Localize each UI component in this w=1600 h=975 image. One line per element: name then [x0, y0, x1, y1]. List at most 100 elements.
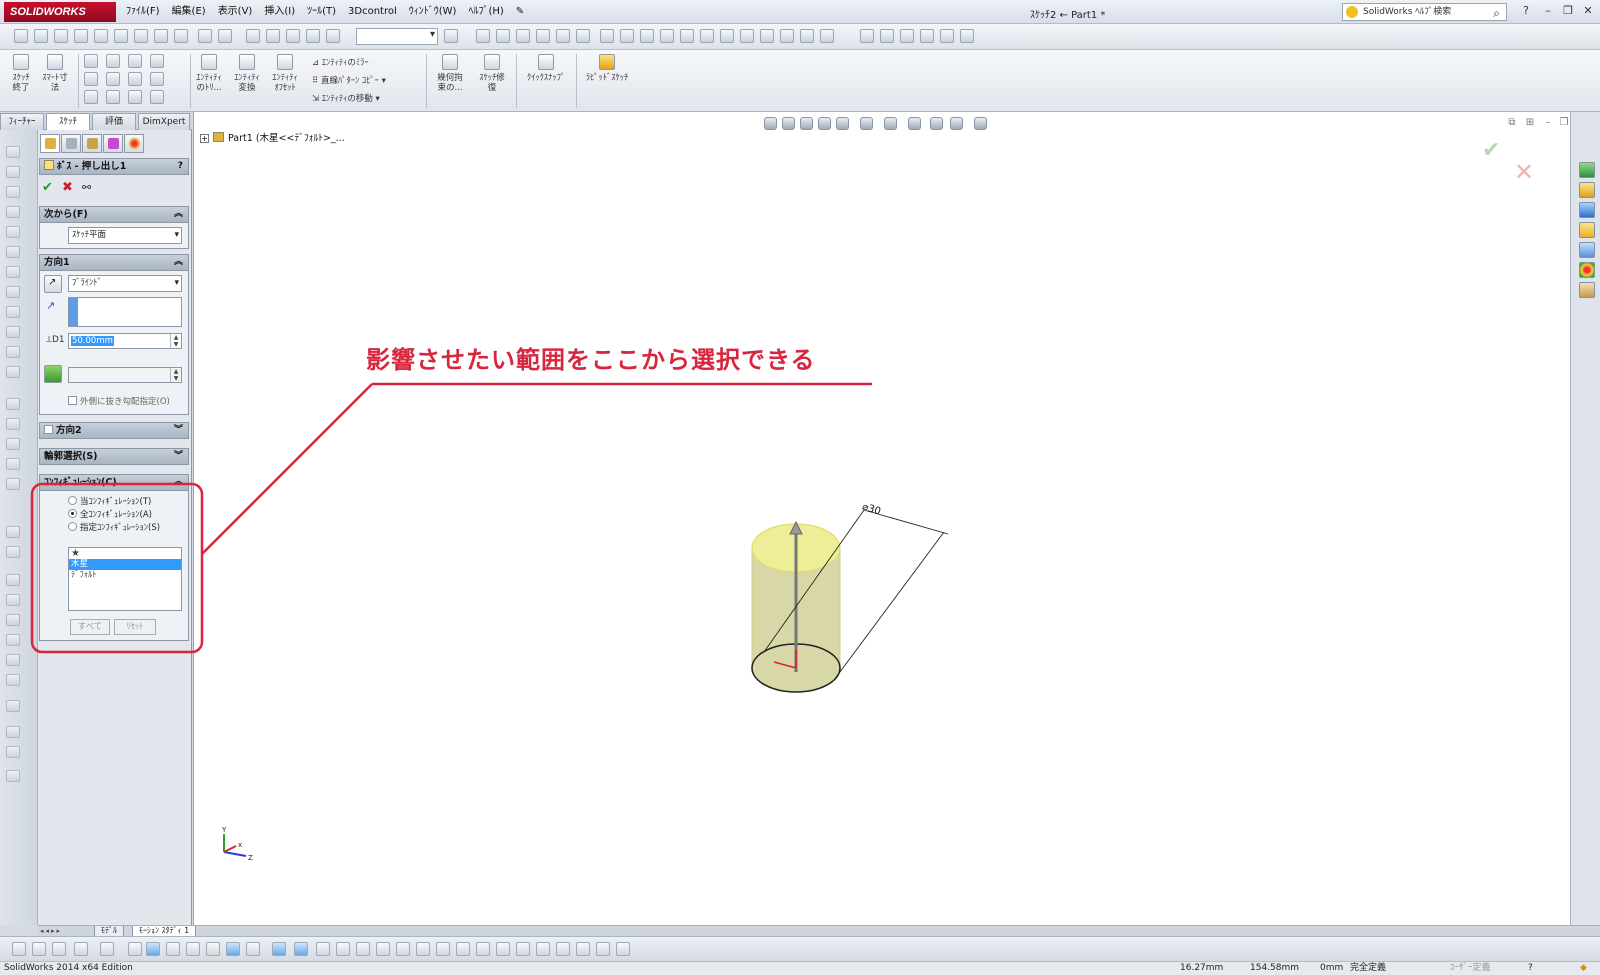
- configurations-section-header[interactable]: ｺﾝﾌｨｷﾞｭﾚｰｼｮﾝ(C) ︽: [39, 474, 189, 491]
- tab-scroll-arrows-icon[interactable]: ◂◂▸▸: [40, 927, 62, 935]
- ref-geometry-side-icon[interactable]: [6, 574, 20, 586]
- circle-icon[interactable]: [106, 54, 120, 68]
- view-orientation-icon[interactable]: [860, 117, 873, 130]
- home-icon[interactable]: [1579, 182, 1595, 198]
- macro-edit-icon[interactable]: [940, 29, 954, 43]
- arc-tool-icon[interactable]: [94, 29, 108, 43]
- minimize-button[interactable]: –: [1540, 3, 1556, 19]
- hole-icon[interactable]: [6, 266, 20, 278]
- filter-surface-finish-icon[interactable]: [436, 942, 450, 956]
- menu-view[interactable]: 表示(V): [212, 0, 259, 24]
- cancel-button[interactable]: ✖: [62, 180, 73, 195]
- restore-button[interactable]: ❐: [1560, 3, 1576, 19]
- cut-sweep-icon[interactable]: [6, 306, 20, 318]
- confirm-corner-ok-icon[interactable]: ✔: [1482, 138, 1500, 163]
- tab-dimxpert[interactable]: DimXpert: [138, 113, 190, 130]
- search-icon[interactable]: ⌕: [1493, 5, 1500, 21]
- repair-sketch-button[interactable]: ｽｹｯﾁ修 復: [474, 54, 510, 93]
- hide-show-icon[interactable]: [908, 117, 921, 130]
- start-condition-select[interactable]: ｽｹｯﾁ平面 ▾: [68, 227, 182, 244]
- record-icon[interactable]: [900, 29, 914, 43]
- slot-icon[interactable]: [84, 90, 98, 104]
- view-settings-icon[interactable]: [974, 117, 987, 130]
- filter-dowel-icon[interactable]: [536, 942, 550, 956]
- line-tool-icon[interactable]: [34, 29, 48, 43]
- fillet-tool-icon[interactable]: [134, 29, 148, 43]
- filter-origin-active-icon[interactable]: [294, 942, 308, 956]
- arc-icon[interactable]: [106, 72, 120, 86]
- dynamic-annotation-icon[interactable]: [836, 117, 849, 130]
- plane-tool-icon[interactable]: [218, 29, 232, 43]
- tab-features[interactable]: ﾌｨｰﾁｬｰ: [0, 113, 44, 130]
- sweep-icon[interactable]: [6, 186, 20, 198]
- display-style-icon[interactable]: [884, 117, 897, 130]
- pattern-side-icon[interactable]: [6, 366, 20, 378]
- filter-gtol-icon[interactable]: [416, 942, 430, 956]
- configuration-combo[interactable]: [356, 28, 438, 45]
- configuration-list[interactable]: ★ 木星 ﾃﾞﾌｫﾙﾄ: [68, 547, 182, 611]
- radio-all-configurations[interactable]: 全ｺﾝﾌｨｷﾞｭﾚｰｼｮﾝ(A): [68, 508, 152, 520]
- filter-block-icon[interactable]: [576, 942, 590, 956]
- deform-side-icon[interactable]: [6, 654, 20, 666]
- fillet-feature-icon[interactable]: [600, 29, 614, 43]
- boundary-icon[interactable]: [6, 226, 20, 238]
- filter-table-icon[interactable]: [596, 942, 610, 956]
- menu-file[interactable]: ﾌｧｲﾙ(F): [120, 0, 166, 24]
- fillet-icon[interactable]: [128, 90, 142, 104]
- ellipse-icon[interactable]: [128, 72, 142, 86]
- offset-tool-icon[interactable]: [286, 29, 300, 43]
- spline-tool-icon[interactable]: [114, 29, 128, 43]
- offset-entities-button[interactable]: ｴﾝﾃｨﾃｨ ｵﾌｾｯﾄ: [270, 54, 300, 93]
- display-manager-tab[interactable]: [124, 134, 144, 153]
- doc-restore-button[interactable]: ❐: [1558, 117, 1570, 129]
- draft-toggle-button[interactable]: [44, 365, 62, 383]
- apply-scene-icon[interactable]: [950, 117, 963, 130]
- sigma-icon[interactable]: [154, 29, 168, 43]
- intersect-side-icon[interactable]: [6, 478, 20, 490]
- pattern-feature-icon[interactable]: [760, 29, 774, 43]
- convert-entities-button[interactable]: ｴﾝﾃｨﾃｨ 変換: [232, 54, 262, 93]
- move-entities-button[interactable]: ⇲ ｴﾝﾃｨﾃｨの移動 ▾: [312, 92, 380, 104]
- sketch-tool-icon[interactable]: [14, 29, 28, 43]
- notification-icon[interactable]: ◆: [1580, 962, 1587, 975]
- menu-window[interactable]: ｳｨﾝﾄﾞｳ(W): [403, 0, 463, 24]
- filter-faces-icon[interactable]: [52, 942, 66, 956]
- preview-button[interactable]: ⚯: [82, 181, 91, 194]
- spin-arrows-icon[interactable]: ▲ ▼: [170, 368, 181, 382]
- play-icon[interactable]: [860, 29, 874, 43]
- filter-icon[interactable]: [12, 942, 26, 956]
- filter-center-mark-icon[interactable]: [496, 942, 510, 956]
- depth-input[interactable]: 50.00mm ▲ ▼: [68, 333, 182, 349]
- cylinder-model[interactable]: [734, 502, 974, 712]
- help-search-input[interactable]: SolidWorks ﾍﾙﾌﾟ検索 ⌕: [1342, 3, 1507, 21]
- close-button[interactable]: ✕: [1580, 3, 1596, 19]
- point-tool-icon[interactable]: [174, 29, 188, 43]
- plane-feature-icon[interactable]: [780, 29, 794, 43]
- dimxpert-manager-tab[interactable]: [103, 134, 123, 153]
- indent-side-icon[interactable]: [6, 674, 20, 686]
- revolve-icon[interactable]: [6, 166, 20, 178]
- extend-tool-icon[interactable]: [266, 29, 280, 43]
- linear-pattern-side-icon[interactable]: [6, 700, 20, 712]
- select-other-icon[interactable]: [100, 942, 114, 956]
- plane-sketch-icon[interactable]: [150, 54, 164, 68]
- axis-feature-icon[interactable]: [800, 29, 814, 43]
- shell-feature-icon[interactable]: [640, 29, 654, 43]
- draft-feature-icon[interactable]: [680, 29, 694, 43]
- select-arrow-icon[interactable]: [74, 942, 88, 956]
- contours-section-header[interactable]: 輪郭選択(S) ︾: [39, 448, 189, 465]
- menu-edit[interactable]: 編集(E): [166, 0, 212, 24]
- ok-button[interactable]: ✔: [42, 180, 53, 195]
- filter-hole-callout-icon[interactable]: [476, 942, 490, 956]
- extrude-tool-icon[interactable]: [476, 29, 490, 43]
- featuremanager-tab[interactable]: [40, 134, 60, 153]
- tab-evaluate[interactable]: 評価: [92, 113, 136, 130]
- appearances-icon[interactable]: [1579, 262, 1595, 278]
- filter-dimension-icon[interactable]: [166, 942, 180, 956]
- menu-3dcontrol[interactable]: 3Dcontrol: [342, 0, 403, 24]
- help-question-icon[interactable]: ?: [1518, 3, 1534, 19]
- fillet-feature-side-icon[interactable]: [6, 346, 20, 358]
- filter-weld-icon[interactable]: [376, 942, 390, 956]
- filter-vertices-icon[interactable]: [128, 942, 142, 956]
- shell-side-icon[interactable]: [6, 438, 20, 450]
